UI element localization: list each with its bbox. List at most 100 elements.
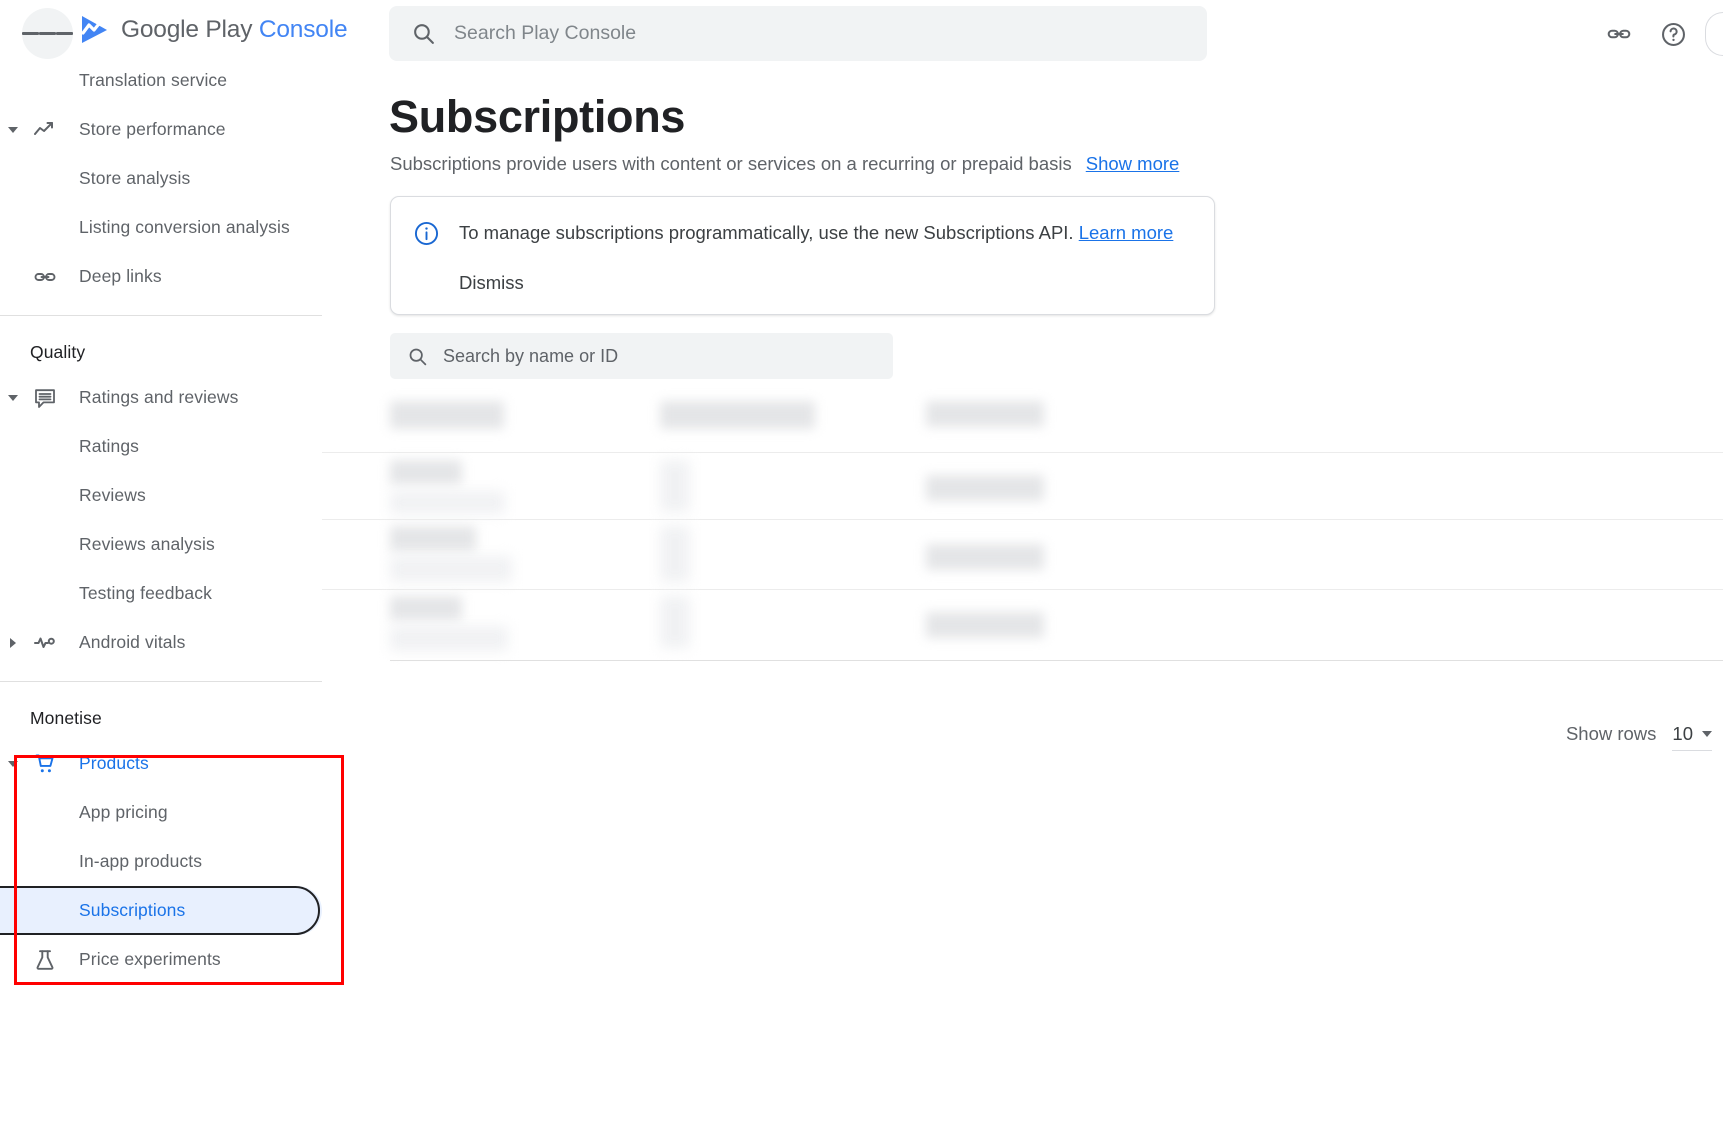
top-app-bar: Google Play Console Search Play Console: [0, 0, 1723, 68]
sidebar-item-reviews[interactable]: Reviews: [0, 471, 322, 520]
hamburger-bar: [39, 32, 56, 35]
sidebar-item-ratings-and-reviews[interactable]: Ratings and reviews: [0, 373, 322, 422]
sidebar-item-reviews-analysis[interactable]: Reviews analysis: [0, 520, 322, 569]
main-content: Subscriptions Subscriptions provide user…: [322, 68, 1723, 1131]
primary-navigation-sidebar: Translation service Store performance St…: [0, 56, 322, 1131]
chevron-down-icon: [1702, 731, 1712, 737]
trending-up-icon: [32, 117, 58, 143]
sidebar-item-app-pricing[interactable]: App pricing: [0, 788, 322, 837]
help-circle-icon[interactable]: [1651, 12, 1695, 56]
chevron-down-icon[interactable]: [6, 761, 20, 767]
show-rows-select[interactable]: 10: [1672, 723, 1712, 751]
redacted-cell: [926, 544, 1044, 570]
sidebar-item-subscriptions[interactable]: Subscriptions: [0, 886, 322, 935]
show-more-link[interactable]: Show more: [1086, 153, 1180, 175]
sidebar-section-monetise: Monetise: [30, 708, 102, 728]
show-rows-label: Show rows: [1565, 723, 1657, 744]
redacted-cell: [390, 491, 505, 514]
sidebar-item-label: Price experiments: [79, 949, 221, 969]
table-row[interactable]: [322, 590, 1723, 658]
sidebar-item-label: Products: [79, 753, 149, 773]
sidebar-item-label: Store analysis: [79, 168, 191, 188]
sidebar-item-label: Ratings and reviews: [79, 387, 239, 407]
global-search-input[interactable]: Search Play Console: [389, 6, 1207, 61]
search-icon: [407, 346, 428, 367]
hamburger-menu-icon[interactable]: [22, 8, 73, 59]
sidebar-item-label: Translation service: [79, 70, 228, 90]
redacted-cell: [926, 475, 1044, 501]
sidebar-item-android-vitals[interactable]: Android vitals: [0, 618, 322, 667]
show-rows-control: Show rows 10: [1566, 723, 1712, 751]
info-banner-row: To manage subscriptions programmatically…: [413, 219, 1173, 247]
info-banner-text-row: To manage subscriptions programmatically…: [459, 219, 1173, 246]
redacted-cell: [926, 612, 1044, 638]
redacted-cell: [390, 401, 504, 429]
table-row[interactable]: [322, 453, 1723, 520]
chevron-down-icon[interactable]: [6, 395, 20, 401]
subscriptions-table: [322, 393, 1723, 661]
redacted-cell: [660, 596, 690, 648]
sidebar-item-store-performance[interactable]: Store performance: [0, 105, 322, 154]
sidebar-item-products[interactable]: Products: [0, 739, 322, 788]
reviews-icon: [32, 385, 58, 411]
brand-title: Google Play Console: [121, 15, 348, 44]
sidebar-item-label: App pricing: [79, 802, 168, 822]
chevron-right-icon[interactable]: [6, 638, 20, 648]
sidebar-item-listing-conversion-analysis[interactable]: Listing conversion analysis: [0, 203, 322, 252]
hamburger-bar: [56, 32, 73, 35]
sidebar-item-price-experiments[interactable]: Price experiments: [0, 935, 322, 984]
info-banner-card: To manage subscriptions programmatically…: [390, 196, 1215, 315]
sidebar-item-label: Reviews: [79, 485, 146, 505]
vitals-pulse-icon: [32, 630, 58, 656]
link-icon: [32, 264, 58, 290]
table-row[interactable]: [322, 520, 1723, 590]
flask-icon: [32, 947, 58, 973]
redacted-cell: [390, 556, 512, 582]
brand-logo-link[interactable]: Google Play Console: [80, 14, 348, 45]
sidebar-item-store-analysis[interactable]: Store analysis: [0, 154, 322, 203]
redacted-cell: [390, 460, 462, 485]
link-icon[interactable]: [1597, 12, 1641, 56]
table-row[interactable]: [322, 393, 1723, 453]
learn-more-link[interactable]: Learn more: [1079, 222, 1174, 243]
sidebar-item-label: Android vitals: [79, 632, 186, 652]
redacted-cell: [390, 526, 476, 552]
top-bar-actions: [1597, 12, 1723, 56]
search-icon: [411, 21, 436, 46]
dismiss-button[interactable]: Dismiss: [459, 272, 524, 294]
table-search-input[interactable]: Search by name or ID: [390, 333, 893, 379]
sidebar-item-label: Testing feedback: [79, 583, 212, 603]
sidebar-item-label: Deep links: [79, 266, 162, 286]
global-search-placeholder: Search Play Console: [454, 22, 637, 44]
redacted-cell: [660, 460, 690, 512]
sidebar-item-in-app-products[interactable]: In-app products: [0, 837, 322, 886]
sidebar-item-label: Ratings: [79, 436, 140, 456]
sidebar-item-testing-feedback[interactable]: Testing feedback: [0, 569, 322, 618]
sidebar-section-quality: Quality: [30, 342, 86, 362]
show-rows-value: 10: [1672, 723, 1693, 744]
sidebar-item-label: Listing conversion analysis: [79, 217, 290, 237]
chevron-down-icon[interactable]: [6, 127, 20, 133]
google-play-console-logo: [80, 14, 110, 45]
redacted-cell: [660, 401, 815, 429]
sidebar-item-label: Reviews analysis: [79, 534, 215, 554]
account-avatar[interactable]: [1705, 12, 1723, 56]
redacted-cell: [926, 401, 1044, 427]
brand-title-console: Console: [258, 15, 348, 43]
sidebar-item-label: Store performance: [79, 119, 226, 139]
redacted-cell: [390, 626, 508, 651]
redacted-cell: [390, 596, 462, 621]
redacted-cell: [660, 526, 690, 582]
brand-title-google-play: Google Play: [121, 15, 259, 43]
table-bottom-divider: [390, 660, 1723, 661]
sidebar-item-label: Subscriptions: [79, 900, 186, 920]
sidebar-item-label: In-app products: [79, 851, 203, 871]
page-subtitle: Subscriptions provide users with content…: [390, 153, 1072, 174]
info-banner-text: To manage subscriptions programmatically…: [459, 222, 1074, 243]
info-circle-icon: [413, 219, 440, 247]
hamburger-bar: [22, 32, 39, 35]
table-search-placeholder: Search by name or ID: [443, 345, 619, 366]
page-subtitle-row: Subscriptions provide users with content…: [390, 153, 1179, 175]
sidebar-item-deep-links[interactable]: Deep links: [0, 252, 322, 301]
sidebar-item-ratings[interactable]: Ratings: [0, 422, 322, 471]
